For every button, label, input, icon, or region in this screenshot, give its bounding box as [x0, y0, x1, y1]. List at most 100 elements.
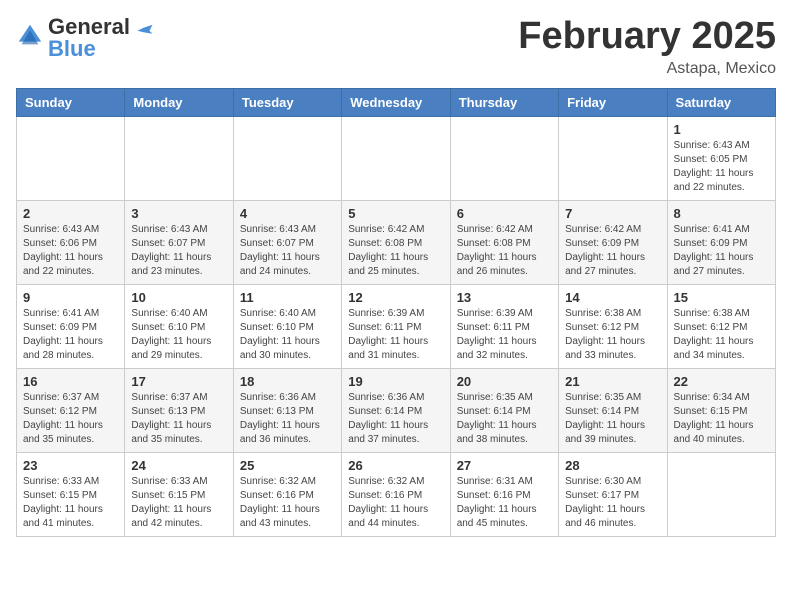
day-info: Sunrise: 6:35 AM Sunset: 6:14 PM Dayligh…	[457, 391, 552, 447]
calendar-cell	[125, 116, 233, 200]
calendar-cell: 12 Sunrise: 6:39 AM Sunset: 6:11 PM Dayli…	[342, 284, 450, 368]
day-number: 21	[565, 374, 660, 389]
calendar-cell: 20 Sunrise: 6:35 AM Sunset: 6:14 PM Dayli…	[450, 368, 558, 452]
day-number: 22	[674, 374, 769, 389]
calendar-cell: 11Sunrise: 6:40 AM Sunset: 6:10 PM Dayli…	[233, 284, 341, 368]
day-number: 20	[457, 374, 552, 389]
week-row-5: 23 Sunrise: 6:33 AM Sunset: 6:15 PM Dayli…	[17, 452, 776, 536]
calendar-cell: 17 Sunrise: 6:37 AM Sunset: 6:13 PM Dayli…	[125, 368, 233, 452]
calendar-cell	[233, 116, 341, 200]
day-number: 19	[348, 374, 443, 389]
day-number: 26	[348, 458, 443, 473]
calendar-cell: 27 Sunrise: 6:31 AM Sunset: 6:16 PM Dayli…	[450, 452, 558, 536]
day-info: Sunrise: 6:43 AM Sunset: 6:07 PM Dayligh…	[240, 223, 335, 279]
calendar-cell: 21 Sunrise: 6:35 AM Sunset: 6:14 PM Dayli…	[559, 368, 667, 452]
day-info: Sunrise: 6:42 AM Sunset: 6:08 PM Dayligh…	[348, 223, 443, 279]
day-number: 9	[23, 290, 118, 305]
day-info: Sunrise: 6:33 AM Sunset: 6:15 PM Dayligh…	[131, 475, 226, 531]
calendar-table: Sunday Monday Tuesday Wednesday Thursday…	[16, 88, 776, 537]
calendar-cell: 15 Sunrise: 6:38 AM Sunset: 6:12 PM Dayli…	[667, 284, 775, 368]
col-saturday: Saturday	[667, 88, 775, 116]
day-info: Sunrise: 6:38 AM Sunset: 6:12 PM Dayligh…	[674, 307, 769, 363]
day-info: Sunrise: 6:33 AM Sunset: 6:15 PM Dayligh…	[23, 475, 118, 531]
day-number: 3	[131, 206, 226, 221]
day-number: 23	[23, 458, 118, 473]
logo-icon	[16, 22, 44, 50]
week-row-2: 2 Sunrise: 6:43 AM Sunset: 6:06 PM Daylig…	[17, 200, 776, 284]
week-row-3: 9Sunrise: 6:41 AM Sunset: 6:09 PM Daylig…	[17, 284, 776, 368]
day-number: 1	[674, 122, 769, 137]
day-number: 27	[457, 458, 552, 473]
day-number: 2	[23, 206, 118, 221]
calendar-cell	[342, 116, 450, 200]
day-info: Sunrise: 6:39 AM Sunset: 6:11 PM Dayligh…	[348, 307, 443, 363]
calendar-cell	[667, 452, 775, 536]
logo-blue: Blue	[48, 36, 96, 61]
day-info: Sunrise: 6:42 AM Sunset: 6:08 PM Dayligh…	[457, 223, 552, 279]
day-info: Sunrise: 6:35 AM Sunset: 6:14 PM Dayligh…	[565, 391, 660, 447]
calendar-cell: 1 Sunrise: 6:43 AM Sunset: 6:05 PM Daylig…	[667, 116, 775, 200]
calendar-cell: 13 Sunrise: 6:39 AM Sunset: 6:11 PM Dayli…	[450, 284, 558, 368]
logo: General Blue	[16, 16, 154, 61]
day-info: Sunrise: 6:34 AM Sunset: 6:15 PM Dayligh…	[674, 391, 769, 447]
day-number: 16	[23, 374, 118, 389]
day-number: 10	[131, 290, 226, 305]
calendar-cell: 6 Sunrise: 6:42 AM Sunset: 6:08 PM Daylig…	[450, 200, 558, 284]
day-info: Sunrise: 6:37 AM Sunset: 6:13 PM Dayligh…	[131, 391, 226, 447]
calendar-cell: 14 Sunrise: 6:38 AM Sunset: 6:12 PM Dayli…	[559, 284, 667, 368]
calendar-header-row: Sunday Monday Tuesday Wednesday Thursday…	[17, 88, 776, 116]
location-subtitle: Astapa, Mexico	[518, 60, 776, 78]
calendar-cell: 28Sunrise: 6:30 AM Sunset: 6:17 PM Dayli…	[559, 452, 667, 536]
day-info: Sunrise: 6:43 AM Sunset: 6:07 PM Dayligh…	[131, 223, 226, 279]
calendar-cell: 5 Sunrise: 6:42 AM Sunset: 6:08 PM Daylig…	[342, 200, 450, 284]
col-sunday: Sunday	[17, 88, 125, 116]
week-row-1: 1 Sunrise: 6:43 AM Sunset: 6:05 PM Daylig…	[17, 116, 776, 200]
week-row-4: 16 Sunrise: 6:37 AM Sunset: 6:12 PM Dayli…	[17, 368, 776, 452]
day-info: Sunrise: 6:43 AM Sunset: 6:06 PM Dayligh…	[23, 223, 118, 279]
day-number: 14	[565, 290, 660, 305]
day-info: Sunrise: 6:31 AM Sunset: 6:16 PM Dayligh…	[457, 475, 552, 531]
calendar-cell: 10 Sunrise: 6:40 AM Sunset: 6:10 PM Dayli…	[125, 284, 233, 368]
calendar-cell: 9Sunrise: 6:41 AM Sunset: 6:09 PM Daylig…	[17, 284, 125, 368]
day-info: Sunrise: 6:32 AM Sunset: 6:16 PM Dayligh…	[240, 475, 335, 531]
logo-plane-icon	[136, 23, 154, 37]
calendar-cell	[17, 116, 125, 200]
col-friday: Friday	[559, 88, 667, 116]
col-wednesday: Wednesday	[342, 88, 450, 116]
day-info: Sunrise: 6:37 AM Sunset: 6:12 PM Dayligh…	[23, 391, 118, 447]
day-info: Sunrise: 6:41 AM Sunset: 6:09 PM Dayligh…	[674, 223, 769, 279]
day-number: 24	[131, 458, 226, 473]
day-info: Sunrise: 6:40 AM Sunset: 6:10 PM Dayligh…	[131, 307, 226, 363]
month-year-title: February 2025	[518, 16, 776, 58]
day-number: 12	[348, 290, 443, 305]
day-info: Sunrise: 6:38 AM Sunset: 6:12 PM Dayligh…	[565, 307, 660, 363]
calendar-cell: 8Sunrise: 6:41 AM Sunset: 6:09 PM Daylig…	[667, 200, 775, 284]
calendar-cell: 2 Sunrise: 6:43 AM Sunset: 6:06 PM Daylig…	[17, 200, 125, 284]
col-thursday: Thursday	[450, 88, 558, 116]
day-number: 7	[565, 206, 660, 221]
calendar-cell: 24 Sunrise: 6:33 AM Sunset: 6:15 PM Dayli…	[125, 452, 233, 536]
calendar-cell: 3 Sunrise: 6:43 AM Sunset: 6:07 PM Daylig…	[125, 200, 233, 284]
calendar-cell: 25Sunrise: 6:32 AM Sunset: 6:16 PM Dayli…	[233, 452, 341, 536]
day-info: Sunrise: 6:36 AM Sunset: 6:13 PM Dayligh…	[240, 391, 335, 447]
day-number: 6	[457, 206, 552, 221]
day-number: 15	[674, 290, 769, 305]
day-number: 18	[240, 374, 335, 389]
calendar-cell: 16 Sunrise: 6:37 AM Sunset: 6:12 PM Dayli…	[17, 368, 125, 452]
day-number: 5	[348, 206, 443, 221]
col-tuesday: Tuesday	[233, 88, 341, 116]
day-info: Sunrise: 6:43 AM Sunset: 6:05 PM Dayligh…	[674, 139, 769, 195]
day-info: Sunrise: 6:42 AM Sunset: 6:09 PM Dayligh…	[565, 223, 660, 279]
day-info: Sunrise: 6:36 AM Sunset: 6:14 PM Dayligh…	[348, 391, 443, 447]
col-monday: Monday	[125, 88, 233, 116]
day-info: Sunrise: 6:39 AM Sunset: 6:11 PM Dayligh…	[457, 307, 552, 363]
day-number: 17	[131, 374, 226, 389]
day-info: Sunrise: 6:40 AM Sunset: 6:10 PM Dayligh…	[240, 307, 335, 363]
calendar-cell	[559, 116, 667, 200]
calendar-cell: 7 Sunrise: 6:42 AM Sunset: 6:09 PM Daylig…	[559, 200, 667, 284]
day-info: Sunrise: 6:30 AM Sunset: 6:17 PM Dayligh…	[565, 475, 660, 531]
title-block: February 2025 Astapa, Mexico	[518, 16, 776, 78]
calendar-cell: 23 Sunrise: 6:33 AM Sunset: 6:15 PM Dayli…	[17, 452, 125, 536]
day-number: 4	[240, 206, 335, 221]
day-number: 13	[457, 290, 552, 305]
